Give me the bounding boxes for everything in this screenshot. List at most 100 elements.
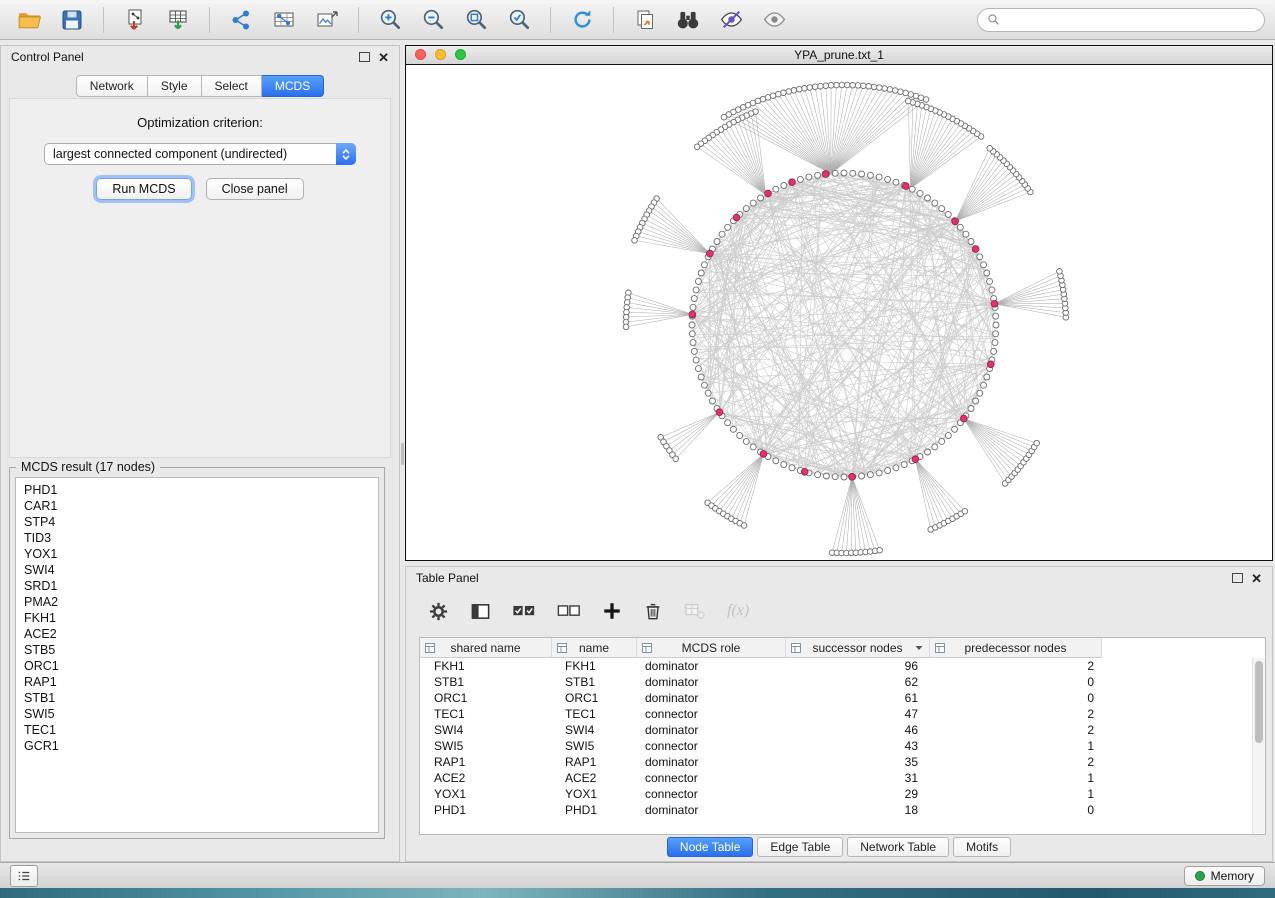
table-cell: TEC1: [552, 707, 637, 721]
table-row[interactable]: ORC1ORC1dominator610: [420, 690, 1265, 706]
memory-button[interactable]: Memory: [1184, 866, 1265, 886]
import-network-button[interactable]: [116, 4, 154, 36]
mcds-result-item[interactable]: CAR1: [16, 498, 378, 514]
new-network-button[interactable]: [222, 4, 260, 36]
column-type-icon: [791, 643, 801, 653]
table-row[interactable]: PHD1PHD1dominator180: [420, 802, 1265, 818]
column-header-predecessor-nodes[interactable]: predecessor nodes: [930, 638, 1102, 658]
tab-style[interactable]: Style: [148, 75, 202, 97]
new-network-table-button[interactable]: [265, 4, 303, 36]
zoom-fit-icon: [464, 7, 489, 32]
mcds-result-item[interactable]: ORC1: [16, 658, 378, 674]
mcds-result-list[interactable]: PHD1CAR1STP4TID3YOX1SWI4SRD1PMA2FKH1ACE2…: [15, 477, 379, 833]
global-search[interactable]: [977, 8, 1265, 32]
table-row[interactable]: ACE2ACE2connector311: [420, 770, 1265, 786]
close-panel-icon[interactable]: ✕: [378, 51, 389, 64]
mcds-result-item[interactable]: GCR1: [16, 738, 378, 754]
table-cell: dominator: [637, 755, 786, 769]
maximize-window-icon[interactable]: [455, 49, 466, 60]
close-panel-icon[interactable]: ✕: [1251, 572, 1262, 585]
new-column-button[interactable]: [602, 601, 622, 621]
run-mcds-button[interactable]: Run MCDS: [96, 178, 191, 200]
delete-columns-button[interactable]: [643, 601, 663, 621]
tab-node-table[interactable]: Node Table: [667, 837, 754, 857]
table-row[interactable]: RAP1RAP1dominator352: [420, 754, 1265, 770]
zoom-in-button[interactable]: [371, 4, 409, 36]
float-window-icon[interactable]: [1232, 573, 1243, 583]
mcds-result-item[interactable]: TID3: [16, 530, 378, 546]
import-table-button[interactable]: [159, 4, 197, 36]
scrollbar-thumb[interactable]: [1255, 661, 1263, 743]
select-all-button[interactable]: [512, 601, 536, 622]
mcds-result-item[interactable]: STB1: [16, 690, 378, 706]
tab-network[interactable]: Network: [76, 75, 148, 97]
float-window-icon[interactable]: [359, 52, 370, 62]
zoom-out-button[interactable]: [414, 4, 452, 36]
fx-icon: f(x): [727, 602, 749, 620]
column-header-successor-nodes[interactable]: successor nodes: [786, 638, 930, 658]
table-row[interactable]: FKH1FKH1dominator962: [420, 658, 1265, 674]
zoom-fit-button[interactable]: [457, 4, 495, 36]
network-window-titlebar[interactable]: YPA_prune.txt_1: [406, 46, 1272, 65]
mcds-result-item[interactable]: RAP1: [16, 674, 378, 690]
copy-view-button[interactable]: [626, 4, 664, 36]
mcds-result-item[interactable]: TEC1: [16, 722, 378, 738]
table-scrollbar[interactable]: [1252, 658, 1265, 834]
table-row[interactable]: YOX1YOX1connector291: [420, 786, 1265, 802]
tab-select[interactable]: Select: [202, 75, 262, 97]
table-cell: YOX1: [552, 787, 637, 801]
close-panel-button[interactable]: Close panel: [206, 178, 304, 200]
network-canvas[interactable]: [406, 65, 1272, 560]
main-toolbar: [0, 0, 1275, 40]
mcds-result-item[interactable]: SRD1: [16, 578, 378, 594]
show-details-button[interactable]: [755, 4, 793, 36]
sort-chevron-icon[interactable]: [915, 645, 923, 651]
column-type-icon: [425, 643, 435, 653]
mcds-result-item[interactable]: FKH1: [16, 610, 378, 626]
table-cell: 2: [930, 707, 1102, 721]
memory-status-icon: [1195, 871, 1205, 881]
search-input[interactable]: [1006, 12, 1255, 28]
network-graph[interactable]: [406, 65, 1272, 560]
table-row[interactable]: STB1STB1dominator620: [420, 674, 1265, 690]
table-cell: ACE2: [420, 771, 552, 785]
minimize-window-icon[interactable]: [435, 49, 446, 60]
mcds-result-item[interactable]: PMA2: [16, 594, 378, 610]
select-stepper: [336, 143, 356, 165]
mcds-result-item[interactable]: ACE2: [16, 626, 378, 642]
mcds-result-item[interactable]: YOX1: [16, 546, 378, 562]
column-header-name[interactable]: name: [552, 638, 637, 658]
mcds-result-item[interactable]: STP4: [16, 514, 378, 530]
tab-network-table[interactable]: Network Table: [847, 837, 949, 857]
show-columns-button[interactable]: [470, 601, 491, 622]
column-header-shared-name[interactable]: shared name: [420, 638, 552, 658]
table-row[interactable]: TEC1TEC1connector472: [420, 706, 1265, 722]
table-settings-button[interactable]: [428, 601, 449, 622]
deselect-all-button[interactable]: [557, 601, 581, 622]
table-cell: 96: [786, 659, 930, 673]
find-button[interactable]: [669, 4, 707, 36]
network-window-title: YPA_prune.txt_1: [794, 48, 884, 62]
mcds-result-item[interactable]: SWI5: [16, 706, 378, 722]
column-header-mcds-role[interactable]: MCDS role: [637, 638, 786, 658]
optimization-criterion-select[interactable]: largest connected component (undirected): [44, 143, 356, 165]
table-row[interactable]: SWI4SWI4dominator462: [420, 722, 1265, 738]
tab-edge-table[interactable]: Edge Table: [757, 837, 843, 857]
zoom-selected-button[interactable]: [500, 4, 538, 36]
open-session-button[interactable]: [10, 4, 48, 36]
mcds-result-item[interactable]: SWI4: [16, 562, 378, 578]
refresh-view-button[interactable]: [563, 4, 601, 36]
tab-mcds[interactable]: MCDS: [262, 75, 324, 97]
copy-document-icon: [633, 8, 657, 32]
mcds-result-item[interactable]: STB5: [16, 642, 378, 658]
close-window-icon[interactable]: [415, 49, 426, 60]
table-cell: FKH1: [552, 659, 637, 673]
delete-table-icon: [684, 601, 706, 621]
export-image-button[interactable]: [308, 4, 346, 36]
mcds-result-item[interactable]: PHD1: [16, 482, 378, 498]
save-session-button[interactable]: [53, 4, 91, 36]
show-panels-button[interactable]: [10, 865, 38, 887]
tab-motifs[interactable]: Motifs: [953, 837, 1011, 857]
hide-details-button[interactable]: [712, 4, 750, 36]
table-row[interactable]: SWI5SWI5connector431: [420, 738, 1265, 754]
